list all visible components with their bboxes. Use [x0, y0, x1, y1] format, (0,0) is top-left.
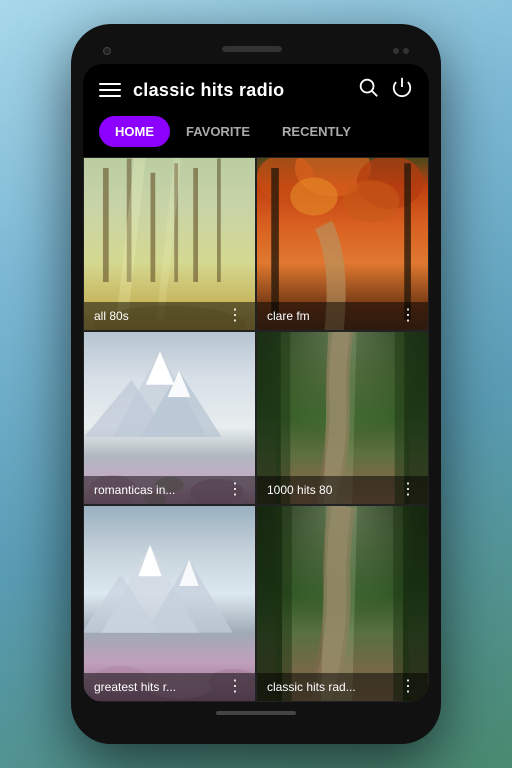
list-item[interactable]: greatest hits r... ⋮: [83, 505, 256, 702]
station-name: classic hits rad...: [267, 680, 356, 694]
item-overlay: romanticas in... ⋮: [84, 476, 255, 504]
more-options-icon[interactable]: ⋮: [225, 308, 245, 324]
front-camera: [103, 47, 111, 55]
search-icon[interactable]: [357, 76, 379, 104]
item-overlay: classic hits rad... ⋮: [257, 673, 428, 701]
more-options-icon[interactable]: ⋮: [398, 679, 418, 695]
app-header: classic hits radio: [83, 64, 429, 116]
phone-top-bar: [83, 42, 429, 64]
tab-favorite[interactable]: FAVORITE: [170, 116, 266, 147]
more-options-icon[interactable]: ⋮: [225, 679, 245, 695]
list-item[interactable]: clare fm ⋮: [256, 157, 429, 331]
station-name: all 80s: [94, 309, 129, 323]
home-indicator: [216, 711, 296, 715]
item-overlay: greatest hits r... ⋮: [84, 673, 255, 701]
station-name: romanticas in...: [94, 483, 175, 497]
more-options-icon[interactable]: ⋮: [398, 482, 418, 498]
app-title: classic hits radio: [133, 80, 345, 101]
list-item[interactable]: all 80s ⋮: [83, 157, 256, 331]
station-name: greatest hits r...: [94, 680, 176, 694]
phone-bottom-bar: [83, 702, 429, 720]
more-options-icon[interactable]: ⋮: [398, 308, 418, 324]
phone-screen: classic hits radio HOME FAVORITE RECENTL…: [83, 64, 429, 702]
tab-recently[interactable]: RECENTLY: [266, 116, 367, 147]
list-item[interactable]: classic hits rad... ⋮: [256, 505, 429, 702]
tab-home[interactable]: HOME: [99, 116, 170, 147]
tab-bar: HOME FAVORITE RECENTLY: [83, 116, 429, 157]
hamburger-menu-button[interactable]: [99, 83, 121, 97]
sensor-dots: [393, 48, 409, 54]
list-item[interactable]: 1000 hits 80 ⋮: [256, 331, 429, 505]
item-overlay: clare fm ⋮: [257, 302, 428, 330]
radio-grid: all 80s ⋮: [83, 157, 429, 702]
station-name: 1000 hits 80: [267, 483, 332, 497]
phone-frame: classic hits radio HOME FAVORITE RECENTL…: [71, 24, 441, 744]
item-overlay: 1000 hits 80 ⋮: [257, 476, 428, 504]
station-name: clare fm: [267, 309, 310, 323]
item-overlay: all 80s ⋮: [84, 302, 255, 330]
speaker-grille: [222, 46, 282, 52]
list-item[interactable]: romanticas in... ⋮: [83, 331, 256, 505]
power-icon[interactable]: [391, 76, 413, 104]
more-options-icon[interactable]: ⋮: [225, 482, 245, 498]
